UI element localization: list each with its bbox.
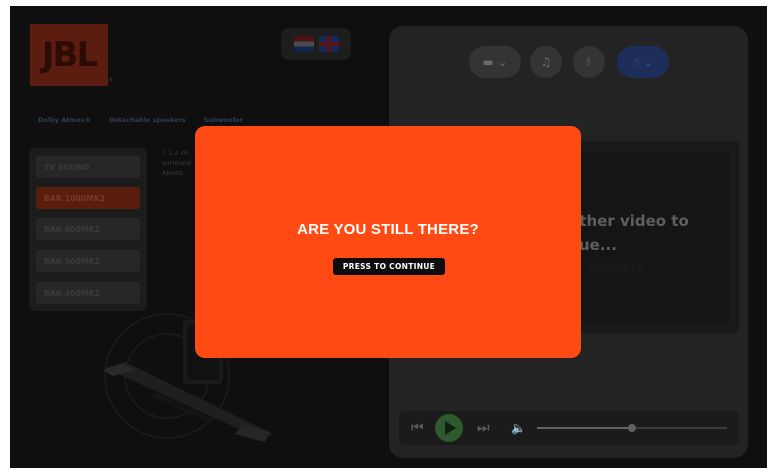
model-bar-300mk2[interactable]: BAR 300MK2 bbox=[36, 282, 140, 304]
skip-previous-icon[interactable]: ⏮ bbox=[411, 419, 424, 437]
bluetooth-icon: ᛒ bbox=[586, 56, 592, 68]
video-countdown-label: SECONDEN bbox=[589, 264, 645, 274]
model-bar-800mk2[interactable]: BAR 800MK2 bbox=[36, 218, 140, 240]
volume-slider[interactable] bbox=[537, 424, 727, 432]
tab-detachable-speakers[interactable]: Detachable speakers bbox=[109, 116, 186, 124]
video-text-line1: other video to bbox=[569, 212, 689, 230]
feature-tabs: Dolby Atmos® Detachable speakers Subwoof… bbox=[38, 116, 243, 124]
logo-registered-mark: ® bbox=[108, 77, 114, 84]
volume-icon: 🔈 bbox=[511, 421, 526, 435]
language-selector bbox=[281, 28, 351, 60]
source-tv-button[interactable]: ▬ ⌄ bbox=[469, 46, 521, 78]
tv-icon: ▬ ⌄ bbox=[482, 55, 508, 69]
skip-next-icon[interactable]: ⏭ bbox=[477, 419, 490, 437]
inactivity-modal: ARE YOU STILL THERE? PRESS TO CONTINUE bbox=[195, 126, 581, 358]
kiosk-screen: JBL ® Dolby Atmos® Detachable speakers S… bbox=[10, 6, 767, 468]
model-bar-500mk2[interactable]: BAR 500MK2 bbox=[36, 250, 140, 272]
model-bar-1000mk2[interactable]: BAR 1000MK2 bbox=[36, 187, 140, 209]
play-button[interactable] bbox=[435, 414, 463, 442]
music-note-icon: ♫ bbox=[540, 55, 552, 69]
player-controls: ⏮ ⏭ 🔈 bbox=[399, 411, 739, 445]
source-bluetooth-button[interactable]: ᛒ bbox=[573, 46, 605, 78]
modal-title: ARE YOU STILL THERE? bbox=[297, 221, 479, 238]
model-list: TV SOUND BAR 1000MK2 BAR 800MK2 BAR 500M… bbox=[29, 148, 147, 311]
touch-icon: ☝ ⌄ bbox=[632, 55, 654, 69]
flag-gb-icon[interactable] bbox=[318, 36, 339, 52]
video-text-line2: ue... bbox=[579, 236, 617, 254]
volume-knob[interactable] bbox=[628, 424, 636, 432]
video-overlay-text: other video to ue... bbox=[569, 209, 689, 257]
logo-text: JBL bbox=[41, 35, 98, 75]
source-music-button[interactable]: ♫ bbox=[530, 46, 562, 78]
tab-dolby-atmos[interactable]: Dolby Atmos® bbox=[38, 116, 91, 124]
tab-subwoofer[interactable]: Subwoofer bbox=[204, 116, 243, 124]
continue-button[interactable]: PRESS TO CONTINUE bbox=[333, 258, 445, 275]
jbl-logo: JBL ® bbox=[30, 24, 114, 86]
flag-nl-icon[interactable] bbox=[293, 36, 314, 52]
model-tv-sound[interactable]: TV SOUND bbox=[36, 156, 140, 178]
volume-fill bbox=[537, 427, 632, 429]
source-settings-dropdown[interactable]: ☝ ⌄ bbox=[617, 46, 669, 78]
